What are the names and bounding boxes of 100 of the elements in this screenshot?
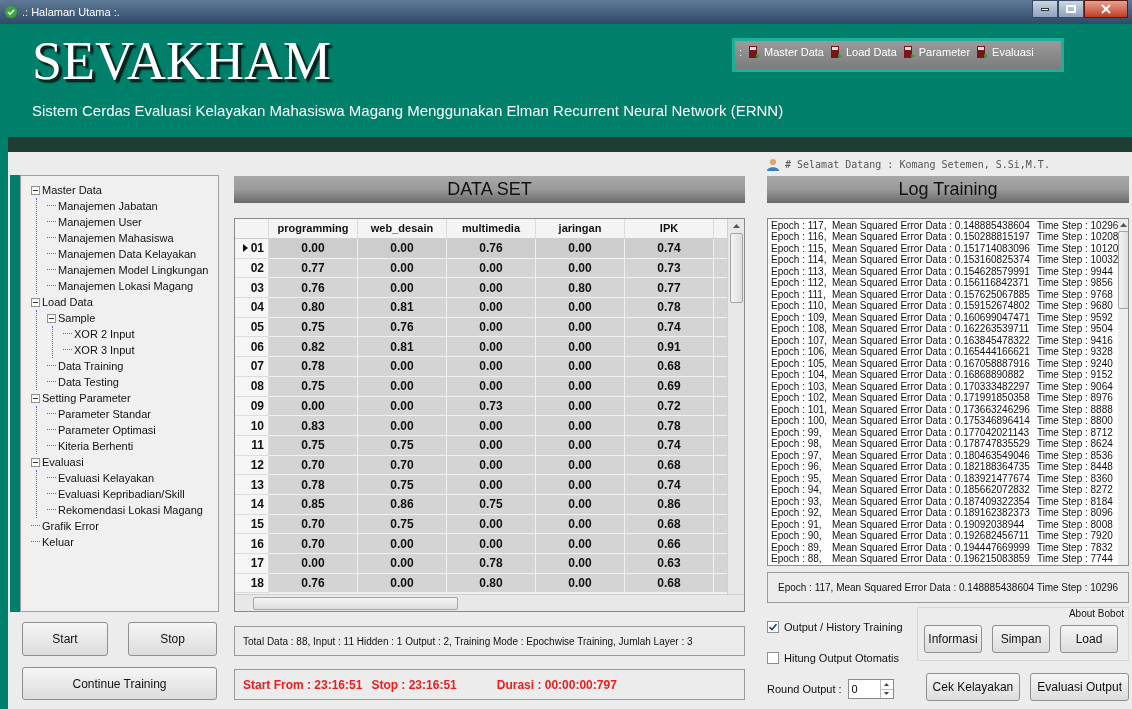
checkbox[interactable] <box>767 621 779 634</box>
column-header[interactable]: IPK <box>625 219 714 238</box>
minimize-button[interactable] <box>1032 0 1058 18</box>
tree-item[interactable]: Load Data <box>42 296 93 308</box>
tree-item[interactable]: Data Training <box>58 360 124 372</box>
tree-item[interactable]: Keluar <box>42 536 74 548</box>
collapse-icon[interactable] <box>47 313 56 323</box>
row-header[interactable]: 02 <box>235 258 269 279</box>
table-cell: 0.00 <box>447 278 536 299</box>
log-time-step: Time Step : 8272 <box>1037 485 1113 496</box>
table-cell: 0.00 <box>447 455 536 476</box>
scrollbar-thumb[interactable] <box>1118 231 1128 309</box>
row-header[interactable]: 08 <box>235 376 269 397</box>
close-button[interactable] <box>1084 0 1128 18</box>
table-cell: 0.00 <box>358 357 447 377</box>
tree-item[interactable]: Manajemen Jabatan <box>58 200 158 212</box>
scroll-up-icon[interactable] <box>1120 223 1128 227</box>
row-header[interactable]: 09 <box>235 396 269 417</box>
log-error: Mean Squared Error Data : 0.160699047471 <box>832 312 1031 323</box>
collapse-icon[interactable] <box>31 393 40 403</box>
log-error: Mean Squared Error Data : 0.153160825374 <box>832 255 1031 266</box>
checkbox[interactable] <box>767 651 779 664</box>
bobot-button[interactable]: Simpan <box>992 625 1050 653</box>
tree-item[interactable]: Manajemen Mahasiswa <box>58 232 174 244</box>
table-cell <box>714 337 727 358</box>
bobot-button[interactable]: Informasi <box>924 625 982 653</box>
column-header[interactable]: web_desain <box>358 219 447 238</box>
tree-item[interactable]: Manajemen Model Lingkungan <box>58 264 209 276</box>
tree-item[interactable]: Master Data <box>42 184 102 196</box>
action-button[interactable]: Cek Kelayakan <box>925 673 1021 701</box>
tree-item[interactable]: Evaluasi Kelayakan <box>58 472 154 484</box>
row-header[interactable]: 14 <box>235 494 269 515</box>
checkbox-label: Hitung Output Otomatis <box>784 650 899 666</box>
training-info: Total Data : 88, Input : 11 Hidden : 1 Output : 2, Training Mode : Epochwise Training, Jumlah Layer : 3 <box>243 634 693 649</box>
round-output-spinner[interactable]: 0 <box>847 679 894 699</box>
collapse-icon[interactable] <box>31 185 40 195</box>
tree-item[interactable]: Evaluasi Kepribadian/Skill <box>58 488 185 500</box>
column-header[interactable]: jaringan <box>536 219 625 238</box>
book-icon <box>748 45 761 59</box>
log-epoch: Epoch : 110, <box>771 301 828 312</box>
log-time-step: Time Step : 9328 <box>1037 347 1113 358</box>
bobot-button[interactable]: Load <box>1060 625 1118 653</box>
row-header[interactable]: 17 <box>235 554 269 574</box>
column-header[interactable]: programming <box>269 219 358 238</box>
tree-item[interactable]: Setting Parameter <box>42 392 131 404</box>
tree-item[interactable]: Sample <box>58 312 96 324</box>
table-cell: 0.74 <box>625 435 714 456</box>
tree-item[interactable]: Kiteria Berhenti <box>58 440 134 452</box>
tree-item[interactable]: Manajemen User <box>58 216 142 228</box>
vertical-scrollbar[interactable] <box>727 219 744 594</box>
tree-item[interactable]: Grafik Error <box>42 520 99 532</box>
row-header[interactable]: 03 <box>235 278 269 299</box>
row-header[interactable]: 10 <box>235 416 269 436</box>
tree-item[interactable]: Parameter Optimasi <box>58 424 156 436</box>
collapse-icon[interactable] <box>31 297 40 307</box>
maximize-button[interactable] <box>1058 0 1084 18</box>
collapse-icon[interactable] <box>31 457 40 467</box>
row-header[interactable]: 01 <box>235 239 269 259</box>
table-cell: 0.00 <box>447 357 536 377</box>
row-header[interactable]: 06 <box>235 337 269 358</box>
table-cell: 0.00 <box>536 337 625 358</box>
table-cell: 0.00 <box>536 573 625 594</box>
tree-item[interactable]: Evaluasi <box>42 456 84 468</box>
spin-up-icon[interactable] <box>884 682 890 686</box>
column-header[interactable]: multimedia <box>447 219 536 238</box>
scrollbar-thumb[interactable] <box>253 596 458 610</box>
continue-training-button[interactable]: Continue Training <box>22 667 217 700</box>
table-cell: 0.80 <box>447 573 536 594</box>
row-number: 07 <box>250 358 264 376</box>
log-time-step: Time Step : 10208 <box>1037 232 1119 243</box>
log-error: Mean Squared Error Data : 0.178747835529 <box>832 439 1031 450</box>
tree-item[interactable]: Manajemen Data Kelayakan <box>58 248 197 260</box>
tree-item[interactable]: Rekomendasi Lokasi Magang <box>58 504 203 516</box>
start-time: Start From : 23:16:51 <box>243 676 363 694</box>
row-header[interactable]: 05 <box>235 317 269 338</box>
tree-item[interactable]: Manajemen Lokasi Magang <box>58 280 194 292</box>
row-header[interactable]: 11 <box>235 435 269 456</box>
table-cell: 0.80 <box>536 278 625 299</box>
row-header[interactable]: 07 <box>235 357 269 377</box>
tree-item[interactable]: XOR 2 Input <box>74 328 135 340</box>
vertical-scrollbar[interactable] <box>1118 219 1128 565</box>
log-error: Mean Squared Error Data : 0.150288815197 <box>832 232 1031 243</box>
row-header[interactable]: 15 <box>235 514 269 535</box>
spin-down-icon[interactable] <box>884 692 890 696</box>
row-header[interactable]: 12 <box>235 455 269 476</box>
row-header[interactable]: 18 <box>235 573 269 594</box>
stop-button[interactable]: Stop <box>128 622 217 656</box>
tree-item[interactable]: Parameter Standar <box>58 408 151 420</box>
tree-item[interactable]: XOR 3 Input <box>74 344 135 356</box>
tree-item[interactable]: Data Testing <box>58 376 119 388</box>
row-header[interactable]: 13 <box>235 475 269 495</box>
row-header[interactable]: 16 <box>235 534 269 554</box>
table-cell: 0.81 <box>358 298 447 318</box>
action-button[interactable]: Evaluasi Output <box>1030 673 1129 701</box>
scrollbar-thumb[interactable] <box>729 233 743 303</box>
scroll-up-icon[interactable] <box>732 224 740 228</box>
horizontal-scrollbar[interactable] <box>235 594 744 611</box>
table-cell: 0.00 <box>358 376 447 397</box>
start-button[interactable]: Start <box>22 622 108 656</box>
row-header[interactable]: 04 <box>235 298 269 318</box>
